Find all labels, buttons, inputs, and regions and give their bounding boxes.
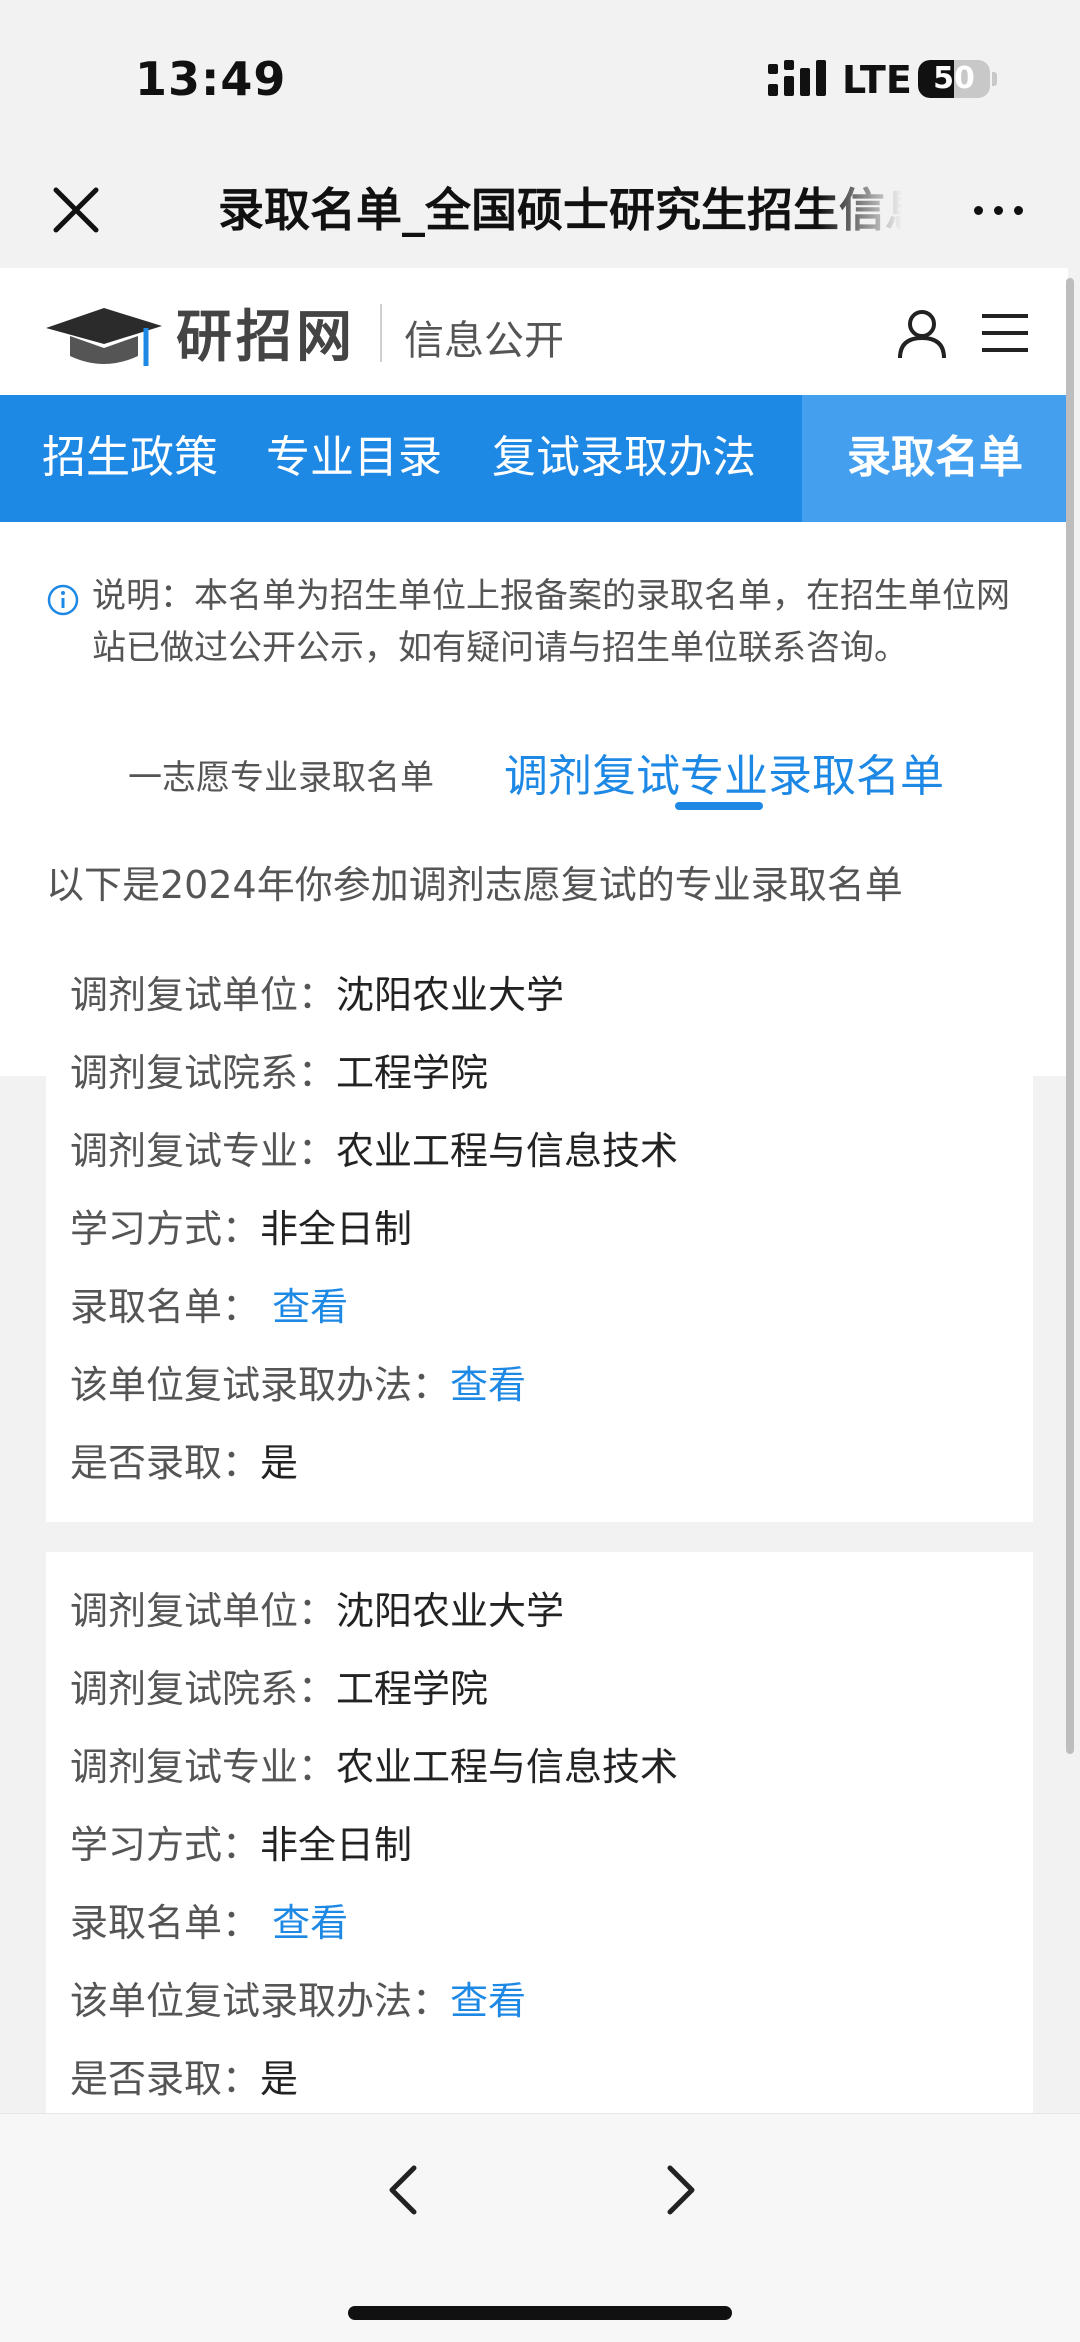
dept-row: 调剂复试院系：工程学院 (70, 1042, 488, 1097)
mode-value: 非全日制 (260, 1207, 413, 1251)
status-time: 13:49 (135, 52, 287, 106)
method-label: 该单位复试录取办法： (70, 1363, 451, 1407)
main-nav: 招生政策 专业目录 复试录取办法 录取名单 (0, 395, 1068, 522)
nav-item-major-catalog[interactable]: 专业目录 (266, 395, 442, 522)
admitted-value: 是 (260, 2057, 299, 2101)
unit-value: 沈阳农业大学 (336, 1589, 565, 1633)
close-icon[interactable] (46, 180, 106, 240)
mode-label: 学习方式： (70, 1207, 261, 1251)
view-method-link[interactable]: 查看 (450, 1979, 526, 2023)
unit-row: 调剂复试单位：沈阳农业大学 (70, 964, 564, 1019)
signal-icon (768, 60, 826, 96)
site-subtitle: 信息公开 (404, 318, 564, 364)
menu-icon[interactable] (980, 312, 1030, 354)
tab-adjustment-list[interactable]: 调剂复试专业录取名单 (504, 740, 944, 804)
notice-text: 说明：本名单为招生单位上报备案的录取名单，在招生单位网站已做过公开公示，如有疑问… (92, 576, 1010, 668)
user-icon[interactable] (896, 308, 948, 360)
view-list-link[interactable]: 查看 (272, 1901, 348, 1945)
unit-row: 调剂复试单位：沈阳农业大学 (70, 1580, 564, 1635)
logo-divider (380, 304, 382, 362)
dept-value: 工程学院 (336, 1667, 489, 1711)
major-value: 农业工程与信息技术 (336, 1129, 679, 1173)
method-row: 该单位复试录取办法：查看 (70, 1354, 526, 1409)
battery-icon: 50 (918, 60, 990, 98)
graduation-cap-icon[interactable] (46, 304, 162, 372)
dept-value: 工程学院 (336, 1051, 489, 1095)
major-label: 调剂复试专业： (70, 1745, 337, 1789)
active-tab-indicator (675, 802, 763, 810)
page-scrollbar[interactable] (1066, 278, 1074, 1754)
list-label: 录取名单： (70, 1901, 261, 1945)
major-value: 农业工程与信息技术 (336, 1745, 679, 1789)
list-label: 录取名单： (70, 1285, 261, 1329)
dept-label: 调剂复试院系： (70, 1667, 337, 1711)
admission-record-card: 调剂复试单位：沈阳农业大学 调剂复试院系：工程学院 调剂复试专业：农业工程与信息… (46, 1552, 1033, 2113)
mode-label: 学习方式： (70, 1823, 261, 1867)
view-method-link[interactable]: 查看 (450, 1363, 526, 1407)
list-row: 录取名单： 查看 (70, 1276, 348, 1331)
nav-item-admission-policy[interactable]: 招生政策 (42, 395, 218, 522)
network-type: LTE (842, 58, 912, 102)
admitted-label: 是否录取： (70, 2057, 261, 2101)
unit-value: 沈阳农业大学 (336, 973, 565, 1017)
battery-tip (992, 72, 997, 86)
back-chevron-icon[interactable] (384, 2162, 424, 2218)
web-page: 研招网 信息公开 招生政策 专业目录 复试录取办法 录取名单 说明：本名单为招生… (0, 268, 1068, 2113)
tab-first-choice-list[interactable]: 一志愿专业录取名单 (128, 750, 434, 799)
more-icon[interactable] (974, 200, 1030, 220)
mode-row: 学习方式：非全日制 (70, 1198, 412, 1253)
battery-level: 50 (933, 61, 975, 96)
nav-item-admission-list[interactable]: 录取名单 (802, 395, 1068, 522)
view-list-link[interactable]: 查看 (272, 1285, 348, 1329)
info-icon (47, 584, 79, 616)
browser-title: 录取名单_全国硕士研究生招生信息公开平台 (218, 183, 902, 237)
browser-bar: 录取名单_全国硕士研究生招生信息公开平台 (0, 150, 1080, 268)
dept-row: 调剂复试院系：工程学院 (70, 1658, 488, 1713)
list-row: 录取名单： 查看 (70, 1892, 348, 1947)
nav-item-retest-method[interactable]: 复试录取办法 (492, 395, 756, 522)
dept-label: 调剂复试院系： (70, 1051, 337, 1095)
home-indicator[interactable] (348, 2306, 732, 2320)
method-label: 该单位复试录取办法： (70, 1979, 451, 2023)
admitted-row: 是否录取：是 (70, 1432, 298, 1487)
admission-record-card: 调剂复试单位：沈阳农业大学 调剂复试院系：工程学院 调剂复试专业：农业工程与信息… (46, 936, 1033, 1522)
admitted-value: 是 (260, 1441, 299, 1485)
major-row: 调剂复试专业：农业工程与信息技术 (70, 1736, 678, 1791)
major-row: 调剂复试专业：农业工程与信息技术 (70, 1120, 678, 1175)
site-logo[interactable]: 研招网 (176, 292, 356, 373)
status-bar: 13:49 LTE 50 (0, 0, 1080, 150)
major-label: 调剂复试专业： (70, 1129, 337, 1173)
admitted-row: 是否录取：是 (70, 2048, 298, 2103)
admitted-label: 是否录取： (70, 1441, 261, 1485)
method-row: 该单位复试录取办法：查看 (70, 1970, 526, 2025)
intro-text: 以下是2024年你参加调剂志愿复试的专业录取名单 (46, 863, 903, 907)
forward-chevron-icon[interactable] (660, 2162, 700, 2218)
unit-label: 调剂复试单位： (70, 1589, 337, 1633)
mode-row: 学习方式：非全日制 (70, 1814, 412, 1869)
site-header: 研招网 信息公开 (0, 268, 1068, 395)
mode-value: 非全日制 (260, 1823, 413, 1867)
unit-label: 调剂复试单位： (70, 973, 337, 1017)
